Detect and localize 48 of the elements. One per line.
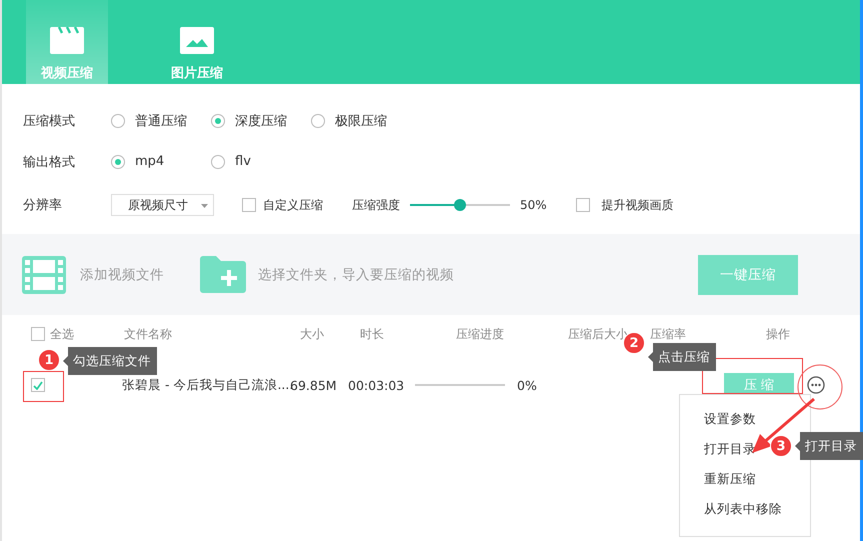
- table-cell-text: 69.85M: [290, 378, 338, 392]
- checkbox[interactable]: [31, 378, 45, 392]
- checkbox[interactable]: [576, 198, 590, 212]
- option-label[interactable]: 普通压缩: [135, 112, 187, 130]
- progress-value: 0%: [517, 378, 538, 392]
- resolution-dropdown[interactable]: 原视频尺寸: [111, 194, 214, 216]
- column-header: 压缩率: [650, 326, 686, 340]
- annotation-tooltip: 勾选压缩文件: [63, 347, 157, 375]
- menu-item[interactable]: 设置参数: [680, 404, 810, 434]
- highlight-frame: [23, 371, 64, 402]
- annotation-tooltip: 打开目录: [795, 432, 863, 460]
- column-header: 文件名称: [124, 326, 172, 340]
- radio-button[interactable]: [311, 114, 325, 128]
- column-header: 操作: [766, 326, 790, 340]
- radio-button[interactable]: [211, 154, 225, 168]
- step-badge: 1: [38, 349, 60, 371]
- column-header: 压缩进度: [456, 326, 504, 340]
- field-label: 压缩模式: [23, 113, 76, 130]
- menu-item[interactable]: 从列表中移除: [680, 494, 810, 524]
- field-label: 压缩强度: [352, 196, 400, 214]
- checkbox[interactable]: [31, 327, 45, 341]
- radio-button[interactable]: [111, 154, 125, 168]
- more-icon[interactable]: [807, 376, 825, 394]
- film-icon: [22, 256, 66, 294]
- option-label[interactable]: 极限压缩: [335, 112, 387, 130]
- menu-item[interactable]: 重新压缩: [680, 464, 810, 494]
- table-cell-text: 00:03:03: [348, 378, 406, 392]
- select-all-label[interactable]: 全选: [50, 326, 74, 342]
- radio-button[interactable]: [111, 114, 125, 128]
- option-label[interactable]: mp4: [135, 154, 164, 169]
- annotation-tooltip: 点击压缩: [648, 343, 716, 371]
- option-label[interactable]: flv: [235, 154, 251, 169]
- checkbox-label[interactable]: 提升视频画质: [602, 196, 674, 214]
- clapperboard-icon: [50, 27, 84, 54]
- field-label: 输出格式: [23, 154, 76, 170]
- slider-thumb[interactable]: [454, 199, 466, 211]
- slider-value: 50%: [520, 198, 547, 212]
- radio-button[interactable]: [211, 114, 225, 128]
- highlight-circle: [798, 364, 842, 410]
- column-header: 大小: [300, 326, 324, 340]
- folder-plus-icon: [200, 256, 246, 293]
- option-label[interactable]: 深度压缩: [235, 112, 287, 130]
- checkbox-label[interactable]: 自定义压缩: [263, 196, 323, 214]
- caret-icon: [201, 204, 208, 208]
- checkbox[interactable]: [242, 198, 256, 212]
- image-icon: [180, 27, 214, 54]
- column-header: 时长: [360, 326, 384, 340]
- field-label: 分辨率: [23, 197, 63, 214]
